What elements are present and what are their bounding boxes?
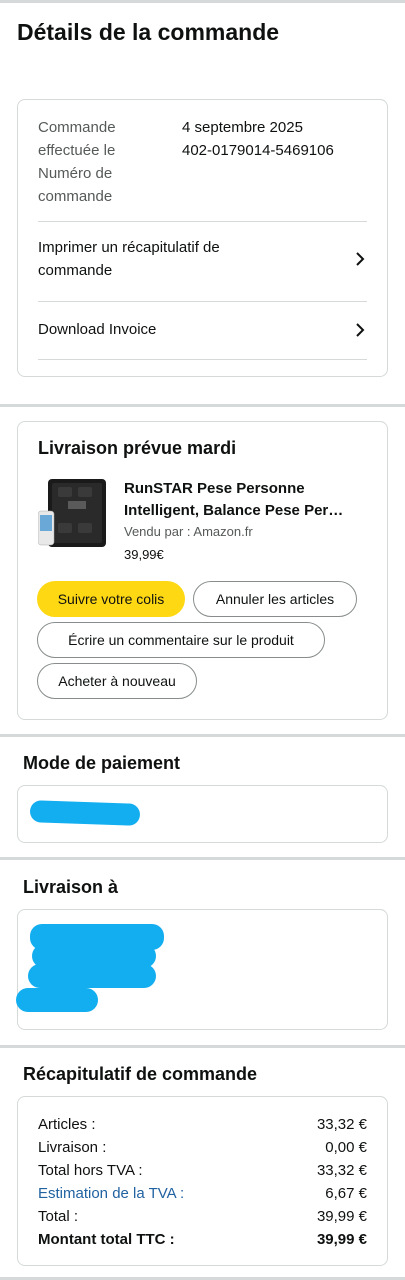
redacted-payment-info [29, 800, 141, 826]
top-divider [0, 0, 405, 3]
summary-total-row: Montant total TTC : 39,99 € [38, 1228, 367, 1251]
summary-value: 33,32 € [316, 1116, 367, 1133]
label-line: Numéro de [38, 165, 113, 182]
download-invoice-link[interactable]: Download Invoice [38, 318, 367, 341]
summary-value: 6,67 € [325, 1185, 367, 1202]
summary-label: Total : [38, 1208, 79, 1225]
order-number: 402-0179014-5469106 [182, 142, 334, 159]
chevron-right-icon [356, 322, 365, 337]
redacted-address [28, 964, 156, 988]
section-divider [0, 857, 405, 860]
buy-again-button[interactable]: Acheter à nouveau [37, 663, 197, 699]
order-info-labels: Commande effectuée le Numéro de commande [38, 116, 158, 208]
shipping-card [16, 909, 388, 1030]
page-title: Détails de la commande [17, 19, 280, 45]
section-divider [0, 404, 405, 407]
section-divider [0, 734, 405, 737]
order-date: 4 septembre 2025 [182, 119, 303, 136]
download-invoice-label: Download Invoice [38, 321, 157, 338]
product-name-line: RunSTAR Pese Personne [124, 480, 305, 497]
divider [38, 359, 367, 360]
divider [38, 301, 367, 302]
summary-card: Articles : 33,32 € Livraison : 0,00 € To… [17, 1096, 388, 1266]
order-details-card: Commande effectuée le Numéro de commande… [17, 99, 388, 377]
label-line: effectuée le [38, 142, 116, 159]
order-info-values: 4 septembre 2025 402-0179014-5469106 [182, 116, 382, 162]
redacted-address [16, 988, 98, 1012]
track-package-button[interactable]: Suivre votre colis [37, 581, 185, 617]
summary-row: Estimation de la TVA : 6,67 € [38, 1182, 367, 1205]
summary-title: Récapitulatif de commande [23, 1064, 258, 1084]
summary-row: Total : 39,99 € [38, 1205, 367, 1228]
summary-value: 39,99 € [316, 1208, 367, 1225]
shipping-title: Livraison à [23, 877, 119, 897]
label-line: Commande [38, 119, 116, 136]
payment-title: Mode de paiement [23, 753, 181, 773]
summary-row: Articles : 33,32 € [38, 1113, 367, 1136]
product-name-link[interactable]: RunSTAR Pese Personne Intelligent, Balan… [124, 478, 374, 522]
summary-value: 33,32 € [316, 1162, 367, 1179]
divider [38, 221, 367, 222]
label-line: commande [38, 188, 113, 205]
delivery-card: Livraison prévue mardi RunSTAR Pese Pers… [17, 421, 388, 720]
summary-value: 39,99 € [316, 1231, 367, 1248]
print-summary-label: Imprimer un récapitulatif de commande [38, 239, 220, 279]
summary-label: Montant total TTC : [38, 1231, 175, 1248]
delivery-title: Livraison prévue mardi [38, 438, 237, 458]
summary-row: Total hors TVA : 33,32 € [38, 1159, 367, 1182]
product-image[interactable] [38, 477, 108, 549]
product-price: 39,99€ [124, 547, 164, 562]
write-review-button[interactable]: Écrire un commentaire sur le produit [37, 622, 325, 658]
chevron-right-icon [356, 252, 365, 266]
seller-name: : Amazon.fr [186, 524, 253, 539]
summary-label: Livraison : [38, 1139, 107, 1156]
summary-row: Livraison : 0,00 € [38, 1136, 367, 1159]
payment-card [17, 785, 388, 843]
summary-label: Articles : [38, 1116, 96, 1133]
summary-label: Total hors TVA : [38, 1162, 143, 1179]
cancel-items-button[interactable]: Annuler les articles [193, 581, 357, 617]
product-name-line: Intelligent, Balance Pese Per… [124, 502, 344, 519]
print-summary-link[interactable]: Imprimer un récapitulatif de commande [38, 236, 367, 282]
sold-by-label: Vendu par [124, 524, 184, 539]
summary-value: 0,00 € [325, 1139, 367, 1156]
sold-by: Vendu par : Amazon.fr [124, 524, 253, 539]
vat-estimate-link[interactable]: Estimation de la TVA : [38, 1182, 184, 1205]
section-divider [0, 1045, 405, 1048]
